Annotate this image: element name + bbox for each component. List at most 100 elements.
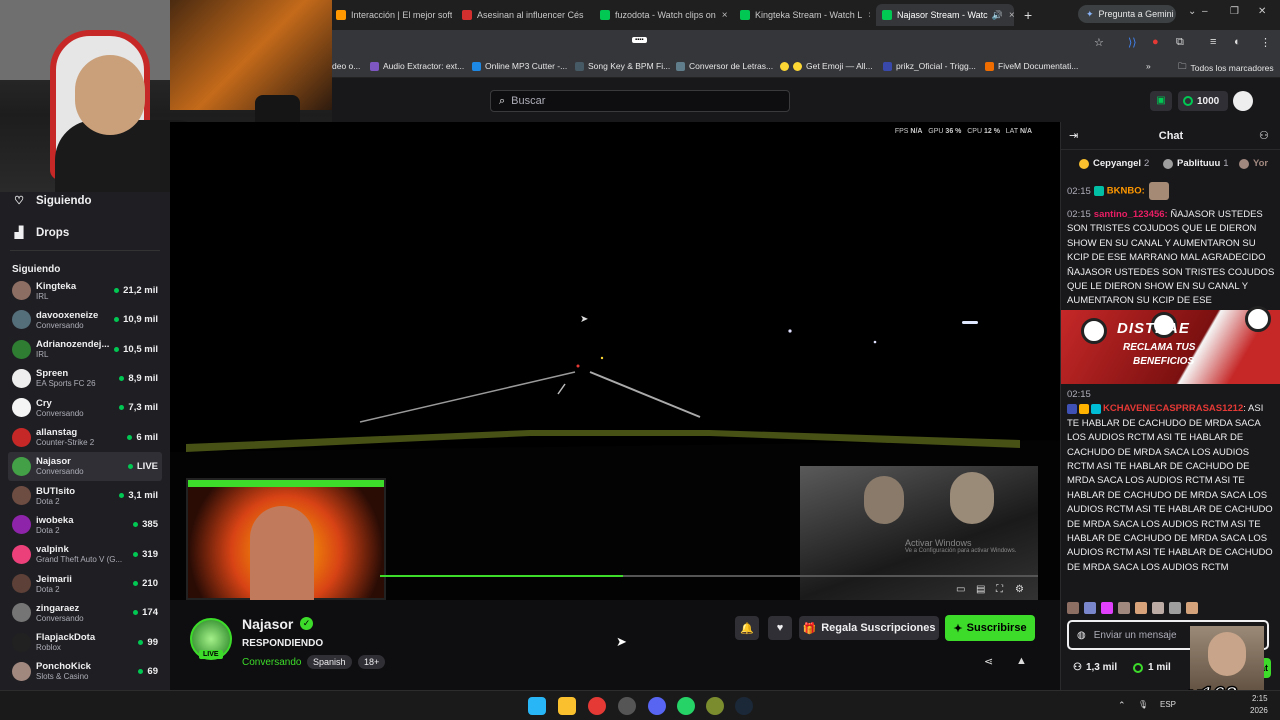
followed-channel-item[interactable]: davooxeneize Conversando 10,9 mil bbox=[8, 305, 162, 334]
share-icon[interactable]: ⋖ bbox=[984, 655, 993, 668]
channel-points[interactable]: 1 mil bbox=[1133, 662, 1171, 673]
followed-channel-item[interactable]: zingaraez Conversando 174 bbox=[8, 598, 162, 627]
all-bookmarks-folder[interactable]: 🗀 Todos los marcadores bbox=[1178, 61, 1274, 75]
followed-channel-item[interactable]: Jeimarii Dota 2 210 bbox=[8, 569, 162, 598]
report-warning-icon[interactable]: ▲ bbox=[1016, 655, 1027, 667]
reading-list-icon[interactable]: ≡ bbox=[1210, 36, 1216, 48]
emote-icon bbox=[1101, 602, 1114, 614]
tab-search-icon[interactable]: ⌄ bbox=[1188, 6, 1196, 17]
microphone-icon[interactable]: 🎙 bbox=[1138, 700, 1148, 709]
close-icon[interactable]: × bbox=[1003, 10, 1014, 21]
badge-icon bbox=[1091, 403, 1101, 414]
browser-tab[interactable]: Asesinan al influencer Cés × bbox=[456, 4, 588, 26]
channel-name[interactable]: Najasor bbox=[242, 616, 293, 632]
notifications-bell-button[interactable]: 🔔 bbox=[735, 616, 759, 640]
gift-subs-button[interactable]: 🎁 Regala Suscripciones bbox=[799, 616, 939, 640]
close-window-icon[interactable]: ✕ bbox=[1258, 6, 1266, 17]
browser-tab-active[interactable]: Najasor Stream - Watc 🔊 × bbox=[876, 4, 1014, 26]
video-progress-bar[interactable] bbox=[380, 575, 1038, 577]
bookmark-item[interactable]: Audio Extractor: ext... bbox=[370, 61, 464, 71]
subscribe-button[interactable]: ✦ Suscribirse bbox=[945, 615, 1035, 641]
tag-18plus[interactable]: 18+ bbox=[358, 655, 386, 669]
browser-tab[interactable]: fuzodota - Watch clips on × bbox=[594, 4, 728, 26]
extensions-puzzle-icon[interactable]: ⧉ bbox=[1176, 36, 1184, 49]
followed-channel-item[interactable]: valpink Grand Theft Auto V (G... 319 bbox=[8, 540, 162, 569]
address-bar[interactable]: ▪▪▪▪ bbox=[332, 32, 1092, 54]
bookmark-item[interactable]: deo o... bbox=[332, 61, 360, 71]
close-icon[interactable]: × bbox=[862, 10, 870, 21]
follow-heart-button[interactable]: ♥ bbox=[768, 616, 792, 640]
sidebar-item-drops[interactable]: ▟ Drops bbox=[12, 226, 69, 240]
clock-date[interactable]: 2026 bbox=[1250, 706, 1268, 715]
theatre-mode-icon[interactable]: ▭ bbox=[956, 584, 965, 595]
app-icon[interactable] bbox=[706, 697, 724, 715]
close-icon[interactable]: × bbox=[584, 10, 588, 21]
gemini-button[interactable]: ✦ Pregunta a Gemini bbox=[1078, 5, 1176, 23]
prime-icon[interactable]: ▣ bbox=[1150, 91, 1172, 111]
browser-tab[interactable]: Interacción | El mejor softw × bbox=[330, 4, 452, 26]
clock-time[interactable]: 2:15 bbox=[1252, 694, 1268, 703]
profile-icon[interactable]: ◐ bbox=[1234, 36, 1241, 48]
bookmark-item[interactable]: Get Emoji — All... bbox=[780, 61, 873, 71]
bookmark-item[interactable]: Song Key & BPM Fi... bbox=[575, 61, 670, 71]
followed-channel-item[interactable]: Spreen EA Sports FC 26 8,9 mil bbox=[8, 364, 162, 393]
channel-avatar bbox=[12, 398, 31, 418]
sidebar-item-following[interactable]: ♡ Siguiendo bbox=[12, 194, 92, 208]
followed-channel-item[interactable]: BUTIsito Dota 2 3,1 mil bbox=[8, 481, 162, 510]
followed-channel-item[interactable]: PonchoKick Slots & Casino 69 bbox=[8, 657, 162, 686]
more-bookmarks-icon[interactable]: » bbox=[1146, 61, 1151, 71]
settings-gear-icon[interactable]: ⚙ bbox=[1015, 584, 1024, 595]
file-explorer-icon[interactable] bbox=[558, 697, 576, 715]
minimize-icon[interactable]: – bbox=[1202, 6, 1208, 17]
promo-banner-image[interactable]: DISTRAE RECLAMA TUS BENEFICIOS bbox=[1061, 306, 1280, 384]
tag-spanish[interactable]: Spanish bbox=[307, 655, 352, 669]
emote-strip[interactable] bbox=[1067, 602, 1199, 617]
leaderboard-entry[interactable]: Pablituuu 1 bbox=[1163, 158, 1229, 169]
bookmark-item[interactable]: Online MP3 Cutter -... bbox=[472, 61, 567, 71]
webcam-window bbox=[170, 0, 332, 110]
fullscreen-icon[interactable]: ⛶ bbox=[996, 584, 1003, 595]
bookmark-star-icon[interactable]: ☆ bbox=[1094, 36, 1104, 49]
bits-button[interactable]: 1000 bbox=[1178, 91, 1228, 111]
language-indicator[interactable]: ESP bbox=[1160, 700, 1176, 709]
obs-icon[interactable] bbox=[618, 697, 636, 715]
extension-icon[interactable]: ⟩⟩ bbox=[1128, 36, 1137, 49]
discord-icon[interactable] bbox=[648, 697, 666, 715]
extension-icon[interactable]: ● bbox=[1152, 36, 1159, 48]
speaker-icon[interactable]: 🔊 bbox=[992, 10, 1003, 21]
followed-channel-item[interactable]: Kingteka IRL 21,2 mil bbox=[8, 276, 162, 305]
bookmark-item[interactable]: Conversor de Letras... bbox=[676, 61, 773, 71]
chrome-icon[interactable] bbox=[588, 697, 606, 715]
chat-viewer-count[interactable]: ⚇ 1,3 mil bbox=[1073, 662, 1117, 673]
community-icon[interactable]: ⚇ bbox=[1259, 129, 1269, 142]
followed-channel-item[interactable]: FlapjackDota Roblox 99 bbox=[8, 628, 162, 657]
menu-kebab-icon[interactable]: ⋮ bbox=[1260, 36, 1271, 49]
new-tab-button[interactable]: + bbox=[1018, 4, 1038, 26]
search-input[interactable]: ⌕ Buscar bbox=[490, 90, 790, 112]
steam-icon[interactable] bbox=[735, 697, 753, 715]
channel-name: BUTIsito bbox=[36, 485, 76, 497]
restore-icon[interactable]: ❐ bbox=[1230, 6, 1239, 17]
followed-channel-item[interactable]: Cry Conversando 7,3 mil bbox=[8, 393, 162, 422]
clip-icon[interactable]: ▤ bbox=[976, 584, 985, 595]
bookmark-item[interactable]: prikz_Oficial - Trigg... bbox=[883, 61, 976, 71]
tray-chevron-icon[interactable]: ⌃ bbox=[1118, 700, 1126, 711]
followed-channel-item[interactable]: iwobeka Dota 2 385 bbox=[8, 510, 162, 539]
live-dot-icon bbox=[114, 346, 120, 352]
live-dot-icon bbox=[133, 610, 139, 616]
whatsapp-icon[interactable] bbox=[677, 697, 695, 715]
channel-avatar bbox=[12, 456, 31, 476]
verified-badge-icon: ✓ bbox=[300, 617, 313, 630]
stream-category-link[interactable]: Conversando bbox=[242, 657, 301, 668]
video-player[interactable]: ➤ FPS N/A GPU 36 % CPU 12 % LAT N/A Acti… bbox=[170, 122, 1060, 600]
followed-channel-item[interactable]: Adrianozendej... IRL 10,5 mil bbox=[8, 335, 162, 364]
leaderboard-entry[interactable]: Cepyangel 2 bbox=[1079, 158, 1149, 169]
followed-channel-item[interactable]: Najasor Conversando LIVE bbox=[8, 451, 162, 481]
close-icon[interactable]: × bbox=[716, 10, 728, 21]
followed-channel-item[interactable]: allanstag Counter-Strike 26 mil bbox=[8, 423, 162, 452]
user-avatar[interactable] bbox=[1233, 91, 1253, 111]
bookmark-item[interactable]: FiveM Documentati... bbox=[985, 61, 1078, 71]
browser-tab[interactable]: Kingteka Stream - Watch L × bbox=[734, 4, 870, 26]
windows-start-icon[interactable] bbox=[528, 697, 546, 715]
leaderboard-entry[interactable]: Yor bbox=[1239, 158, 1268, 169]
